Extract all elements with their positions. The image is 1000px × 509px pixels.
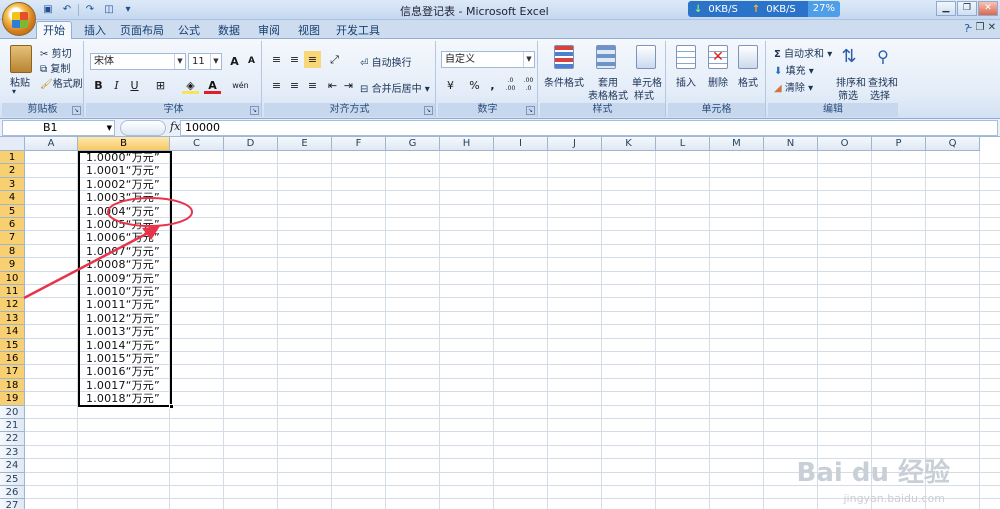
annotation-arrow-line <box>23 230 151 300</box>
baidu-watermark-url: jingyan.baidu.com <box>843 492 945 505</box>
baidu-watermark: Bai du 经验 <box>796 458 951 488</box>
excel-window: ▣ ↶ ↷ ◫ ▾ 信息登记表 - Microsoft Excel ↓ 0KB/… <box>0 0 1000 509</box>
office-logo-icon <box>12 12 28 28</box>
office-button[interactable] <box>2 2 36 36</box>
annotation-circle <box>107 197 193 227</box>
annotation-overlay <box>23 197 193 300</box>
annotation-arrow-head <box>142 226 160 240</box>
